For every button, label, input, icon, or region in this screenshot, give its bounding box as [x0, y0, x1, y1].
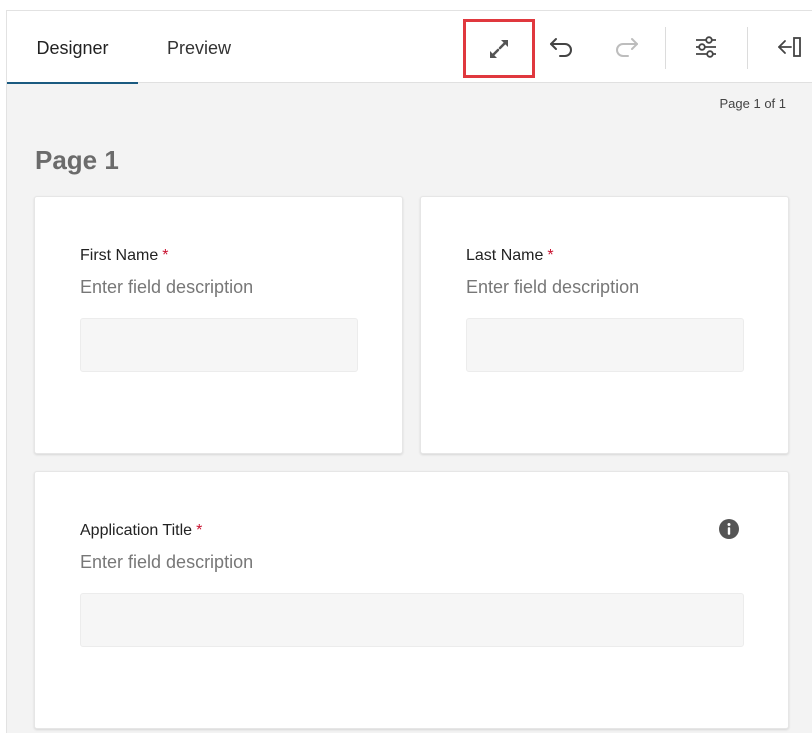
required-marker: *: [162, 247, 169, 264]
tab-designer[interactable]: Designer: [7, 11, 138, 84]
undo-icon: [550, 38, 572, 57]
field-description[interactable]: Enter field description: [80, 277, 253, 298]
field-card-application-title[interactable]: Application Title * Enter field descripti…: [34, 471, 789, 729]
redo-button[interactable]: [603, 21, 649, 73]
page-title: Page 1: [35, 145, 119, 175]
field-label: Application Title *: [80, 522, 202, 540]
info-icon[interactable]: [718, 518, 740, 540]
toolbar: Designer Preview: [7, 11, 812, 84]
expand-button[interactable]: [463, 19, 535, 78]
required-marker: *: [547, 247, 554, 264]
settings-button[interactable]: [683, 21, 729, 73]
page-indicator: Page 1 of 1: [719, 96, 787, 111]
field-description[interactable]: Enter field description: [80, 552, 253, 573]
collapse-panel-icon: [778, 37, 801, 57]
last-name-input[interactable]: [466, 318, 744, 372]
form-designer-frame: Designer Preview Page 1 of 1 Page 1 Firs…: [6, 10, 812, 733]
field-label-text: Application Title: [80, 522, 193, 539]
required-marker: *: [196, 522, 203, 539]
field-description[interactable]: Enter field description: [466, 277, 639, 298]
tab-preview[interactable]: Preview: [147, 11, 251, 83]
field-label: Last Name *: [466, 247, 554, 265]
field-card-last-name[interactable]: Last Name * Enter field description: [420, 196, 789, 454]
expand-icon: [490, 39, 508, 58]
field-label-text: First Name: [80, 247, 159, 264]
field-card-first-name[interactable]: First Name * Enter field description: [34, 196, 403, 454]
toolbar-divider: [747, 27, 748, 69]
first-name-input[interactable]: [80, 318, 358, 372]
redo-icon: [616, 38, 638, 57]
toolbar-divider: [665, 27, 666, 69]
application-title-input[interactable]: [80, 593, 744, 647]
undo-button[interactable]: [539, 21, 585, 73]
field-label: First Name *: [80, 247, 168, 265]
field-label-text: Last Name: [466, 247, 544, 264]
collapse-panel-button[interactable]: [767, 21, 812, 73]
settings-sliders-icon: [696, 36, 716, 58]
